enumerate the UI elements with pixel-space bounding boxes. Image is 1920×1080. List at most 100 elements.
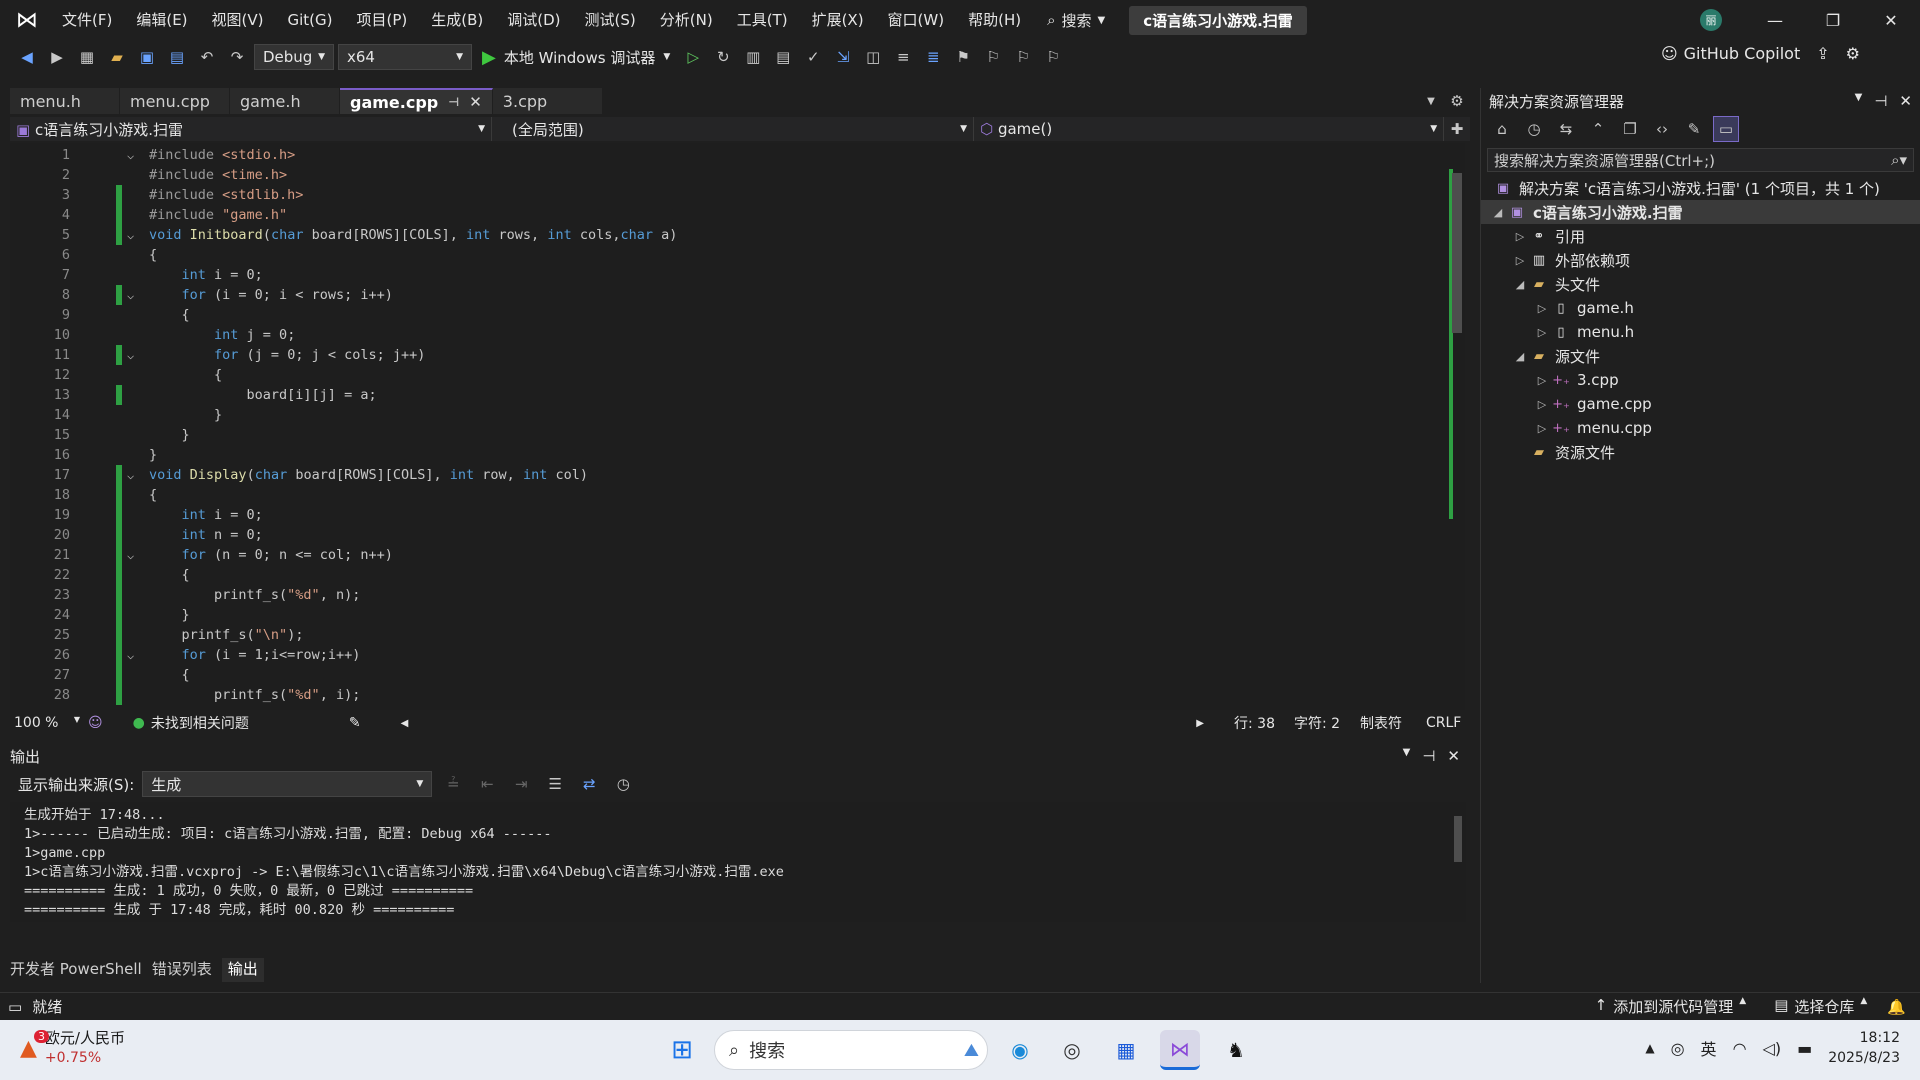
copilot-status-icon[interactable]: ☺ xyxy=(88,715,103,731)
menu-build[interactable]: 生成(B) xyxy=(419,0,495,40)
code-line[interactable]: 3 #include <stdlib.h> xyxy=(10,185,1460,205)
code-line[interactable]: 19 int i = 0; xyxy=(10,505,1460,525)
bookmark-icon[interactable]: ⚑ xyxy=(950,44,976,70)
tree-header-files[interactable]: ◢ ▰ 头文件 xyxy=(1481,272,1920,296)
collapsed-icon[interactable]: ▷ xyxy=(1511,254,1529,267)
edge-browser-icon[interactable]: ◉ xyxy=(1000,1030,1040,1070)
menu-view[interactable]: 视图(V) xyxy=(200,0,276,40)
function-dropdown[interactable]: ⬡ game() ▼ xyxy=(974,117,1445,141)
tree-resource-files[interactable]: ▰ 资源文件 xyxy=(1481,440,1920,464)
code-line[interactable]: 8 ⌵ for (i = 0; i < rows; i++) xyxy=(10,285,1460,305)
fold-toggle-icon[interactable]: ⌵ xyxy=(127,225,134,245)
menu-debug[interactable]: 调试(D) xyxy=(495,0,572,40)
code-line[interactable]: 16} xyxy=(10,445,1460,465)
split-icon[interactable]: ✚ xyxy=(1444,116,1470,142)
tree-source-files[interactable]: ◢ ▰ 源文件 xyxy=(1481,344,1920,368)
scope-dropdown[interactable]: (全局范围) ▼ xyxy=(492,117,975,141)
tab-3-cpp[interactable]: 3.cpp xyxy=(492,88,603,114)
gear-icon[interactable]: ⚙ xyxy=(1444,88,1470,114)
dell-icon[interactable]: ◎ xyxy=(1052,1030,1092,1070)
code-line[interactable]: 15 } xyxy=(10,425,1460,445)
word-wrap-icon[interactable]: ⇄ xyxy=(576,771,602,797)
code-line[interactable]: 28 printf_s("%d", i); xyxy=(10,685,1460,705)
code-line[interactable]: 9 { xyxy=(10,305,1460,325)
expanded-icon[interactable]: ◢ xyxy=(1511,350,1529,363)
wifi-icon[interactable]: ◠ xyxy=(1733,1039,1747,1058)
properties-icon[interactable]: ✎ xyxy=(1681,116,1707,142)
menu-analyze[interactable]: 分析(N) xyxy=(648,0,725,40)
new-project-icon[interactable]: ▦ xyxy=(74,44,100,70)
indent-indicator[interactable]: 制表符 xyxy=(1360,713,1426,733)
next-message-icon[interactable]: ⇥ xyxy=(508,771,534,797)
add-source-control-button[interactable]: ↑ 添加到源代码管理 ▲ xyxy=(1595,996,1747,1017)
forward-icon[interactable]: ▶ xyxy=(44,44,70,70)
spell-check-icon[interactable]: ✓ xyxy=(800,44,826,70)
collapsed-icon[interactable]: ▷ xyxy=(1533,302,1551,315)
code-line[interactable]: 4 #include "game.h" xyxy=(10,205,1460,225)
home-icon[interactable]: ⌂ xyxy=(1489,116,1515,142)
taskbar-search-box[interactable]: ⌕ 搜索 ⛰ xyxy=(714,1030,988,1070)
view-code-icon[interactable]: ‹› xyxy=(1649,116,1675,142)
widgets-button[interactable]: ▲ 3 欧元/人民币 +0.75% xyxy=(20,1028,125,1068)
chevron-up-icon[interactable]: ▲ xyxy=(1645,1041,1654,1055)
fold-toggle-icon[interactable]: ⌵ xyxy=(127,645,134,665)
save-all-icon[interactable]: ▤ xyxy=(164,44,190,70)
solution-search-input[interactable]: 搜索解决方案资源管理器(Ctrl+;) ⌕▾ xyxy=(1487,148,1914,172)
code-line[interactable]: 1 ⌵ #include <stdio.h> xyxy=(10,145,1460,165)
show-all-files-icon[interactable]: ❐ xyxy=(1617,116,1643,142)
close-window-icon[interactable]: ✕ xyxy=(1862,0,1920,40)
hot-reload-icon[interactable]: ↻ xyxy=(710,44,736,70)
menu-window[interactable]: 窗口(W) xyxy=(876,0,957,40)
code-line[interactable]: 26 ⌵ for (i = 1;i<=row;i++) xyxy=(10,645,1460,665)
sync-icon[interactable]: ⇆ xyxy=(1553,116,1579,142)
tree-solution[interactable]: ▣ 解决方案 'c语言练习小游戏.扫雷' (1 个项目，共 1 个) xyxy=(1481,176,1920,200)
collapsed-icon[interactable]: ▷ xyxy=(1511,230,1529,243)
code-line[interactable]: 20 int n = 0; xyxy=(10,525,1460,545)
code-line[interactable]: 27 { xyxy=(10,665,1460,685)
tab-developer-powershell[interactable]: 开发者 PowerShell xyxy=(10,958,142,982)
battery-icon[interactable]: ▬ xyxy=(1797,1039,1812,1058)
notifications-icon[interactable]: 🔔 xyxy=(1887,998,1906,1016)
network-status-icon[interactable]: ◎ xyxy=(1671,1039,1685,1058)
timestamp-icon[interactable]: ◷ xyxy=(610,771,636,797)
code-line[interactable]: 17 ⌵ void Display(char board[ROWS][COLS], … xyxy=(10,465,1460,485)
prev-message-icon[interactable]: ⇤ xyxy=(474,771,500,797)
tab-menu-cpp[interactable]: menu.cpp xyxy=(120,88,230,114)
issues-label[interactable]: 未找到相关问题 xyxy=(151,713,249,733)
ime-indicator[interactable]: 英 xyxy=(1701,1036,1717,1060)
restore-icon[interactable]: ❐ xyxy=(1804,0,1862,40)
collapsed-icon[interactable]: ▷ xyxy=(1533,422,1551,435)
code-line[interactable]: 5 ⌵ void Initboard(char board[ROWS][COLS],… xyxy=(10,225,1460,245)
menu-test[interactable]: 测试(S) xyxy=(573,0,648,40)
windows-start-icon[interactable]: ⊞ xyxy=(662,1030,702,1070)
code-line[interactable]: 12 { xyxy=(10,365,1460,385)
line-indicator[interactable]: 行: 38 xyxy=(1234,713,1294,733)
code-line[interactable]: 24 } xyxy=(10,605,1460,625)
expanded-icon[interactable]: ◢ xyxy=(1511,278,1529,291)
tab-game-cpp[interactable]: game.cpp ⊣ ✕ xyxy=(340,88,493,114)
code-line[interactable]: 10 int j = 0; xyxy=(10,325,1460,345)
code-line[interactable]: 6{ xyxy=(10,245,1460,265)
tab-overflow-icon[interactable]: ▼ xyxy=(1418,88,1444,114)
fold-toggle-icon[interactable]: ⌵ xyxy=(127,345,134,365)
scroll-thumb[interactable] xyxy=(1452,173,1462,333)
uncomment-icon[interactable]: ≣ xyxy=(920,44,946,70)
code-line[interactable]: 23 printf_s("%d", n); xyxy=(10,585,1460,605)
configuration-dropdown[interactable]: Debug ▼ xyxy=(254,44,334,70)
zoom-dropdown[interactable]: 100 % ▼ xyxy=(10,715,80,731)
open-folder-icon[interactable]: ▰ xyxy=(104,44,130,70)
comment-icon[interactable]: ≡ xyxy=(890,44,916,70)
tree-project[interactable]: ◢ ▣ c语言练习小游戏.扫雷 xyxy=(1481,200,1920,224)
minimize-icon[interactable]: — xyxy=(1746,0,1804,40)
start-without-debugging-icon[interactable]: ▷ xyxy=(680,44,706,70)
go-to-line-icon[interactable]: ≟ xyxy=(440,771,466,797)
collapse-icon[interactable]: ⌃ xyxy=(1585,116,1611,142)
tree-file-game-h[interactable]: ▷ ▯ game.h xyxy=(1481,296,1920,320)
tab-menu-h[interactable]: menu.h xyxy=(10,88,120,114)
clock[interactable]: 18:12 2025/8/23 xyxy=(1828,1028,1900,1068)
scroll-thumb[interactable] xyxy=(1454,816,1462,862)
start-debugging-button[interactable]: ▶ 本地 Windows 调试器 ▼ xyxy=(476,47,676,68)
code-line[interactable]: 13 board[i][j] = a; xyxy=(10,385,1460,405)
preview-icon[interactable]: ▭ xyxy=(1713,116,1739,142)
clear-all-icon[interactable]: ☰ xyxy=(542,771,568,797)
